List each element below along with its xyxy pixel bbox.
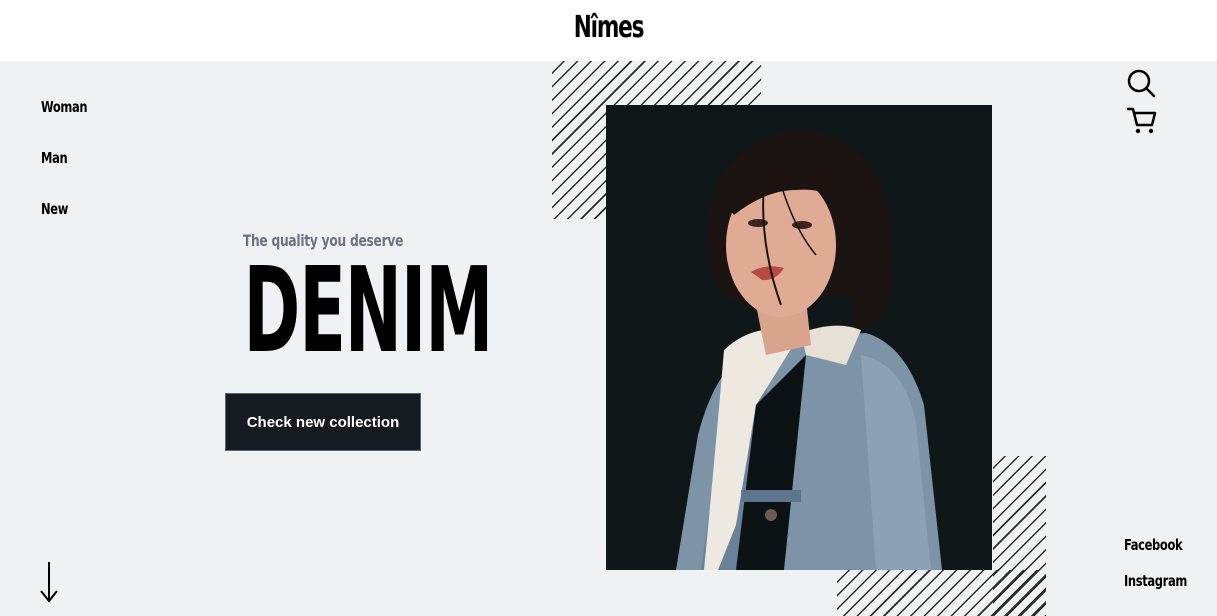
check-collection-button[interactable]: Check new collection bbox=[225, 393, 421, 451]
nav-item-new[interactable]: New bbox=[41, 199, 87, 250]
decorative-hatch-bottom bbox=[837, 570, 1046, 616]
nav-item-man[interactable]: Man bbox=[41, 148, 87, 199]
model-illustration bbox=[606, 105, 992, 570]
nav-item-woman[interactable]: Woman bbox=[41, 97, 88, 148]
top-bar: Nîmes bbox=[0, 0, 1217, 61]
social-link-instagram[interactable]: Instagram bbox=[1124, 571, 1187, 607]
hero-headline-text: DENIM bbox=[243, 241, 494, 379]
hero-headline: DENIM bbox=[244, 250, 494, 370]
cart-icon[interactable] bbox=[1126, 104, 1158, 136]
social-link-facebook[interactable]: Facebook bbox=[1124, 535, 1187, 571]
hero-photo bbox=[606, 105, 992, 570]
arrow-down-icon[interactable] bbox=[38, 560, 60, 604]
search-icon[interactable] bbox=[1126, 68, 1156, 98]
site-logo[interactable]: Nîmes bbox=[122, 10, 1096, 45]
main-nav: Woman Man New bbox=[41, 97, 95, 250]
social-links: Facebook Instagram bbox=[1124, 535, 1198, 607]
